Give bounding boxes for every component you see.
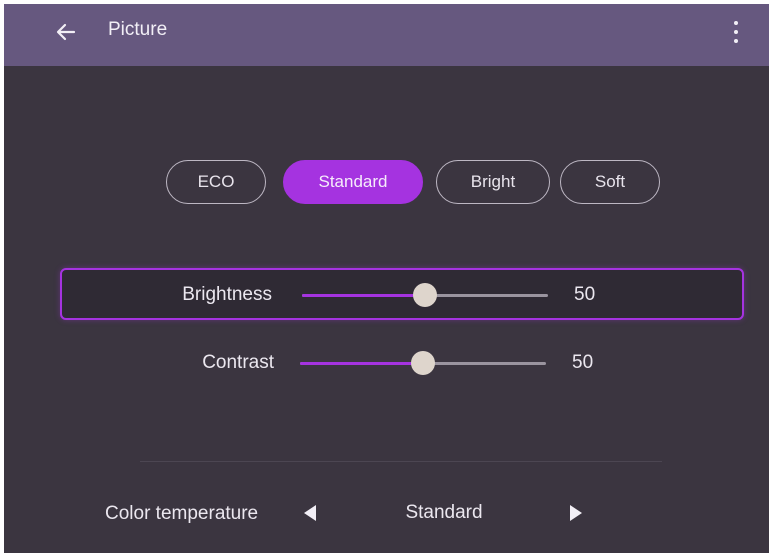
contrast-slider-thumb[interactable] [411,351,435,375]
page-title: Picture [108,19,168,40]
color-temperature-value: Standard [405,502,483,523]
mode-eco-button[interactable]: ECO [166,160,266,204]
mode-bright-button[interactable]: Bright [436,160,550,204]
arrow-left-icon [56,23,76,41]
color-temperature-prev-button[interactable] [298,501,322,525]
contrast-slider-fill [300,362,423,365]
more-vertical-icon [734,21,738,25]
brightness-slider[interactable] [302,283,548,307]
triangle-left-icon [304,505,316,521]
contrast-value: 50 [572,352,594,373]
picture-settings-screen: Picture ECO Standard Bright Soft Brightn… [4,4,769,553]
color-temperature-next-button[interactable] [564,501,588,525]
brightness-slider-fill [302,294,425,297]
brightness-label: Brightness [182,284,272,305]
contrast-slider[interactable] [300,351,546,375]
more-options-button[interactable] [724,14,748,50]
brightness-slider-thumb[interactable] [413,283,437,307]
divider [140,461,662,462]
triangle-right-icon [570,505,582,521]
color-temperature-label: Color temperature [105,503,259,524]
contrast-label: Contrast [202,352,274,373]
back-button[interactable] [52,18,80,46]
brightness-value: 50 [574,284,596,305]
mode-standard-button[interactable]: Standard [283,160,423,204]
mode-soft-button[interactable]: Soft [560,160,660,204]
header-bar: Picture [4,4,769,66]
contrast-row[interactable]: Contrast 50 [60,338,744,390]
brightness-row[interactable]: Brightness 50 [60,268,744,320]
